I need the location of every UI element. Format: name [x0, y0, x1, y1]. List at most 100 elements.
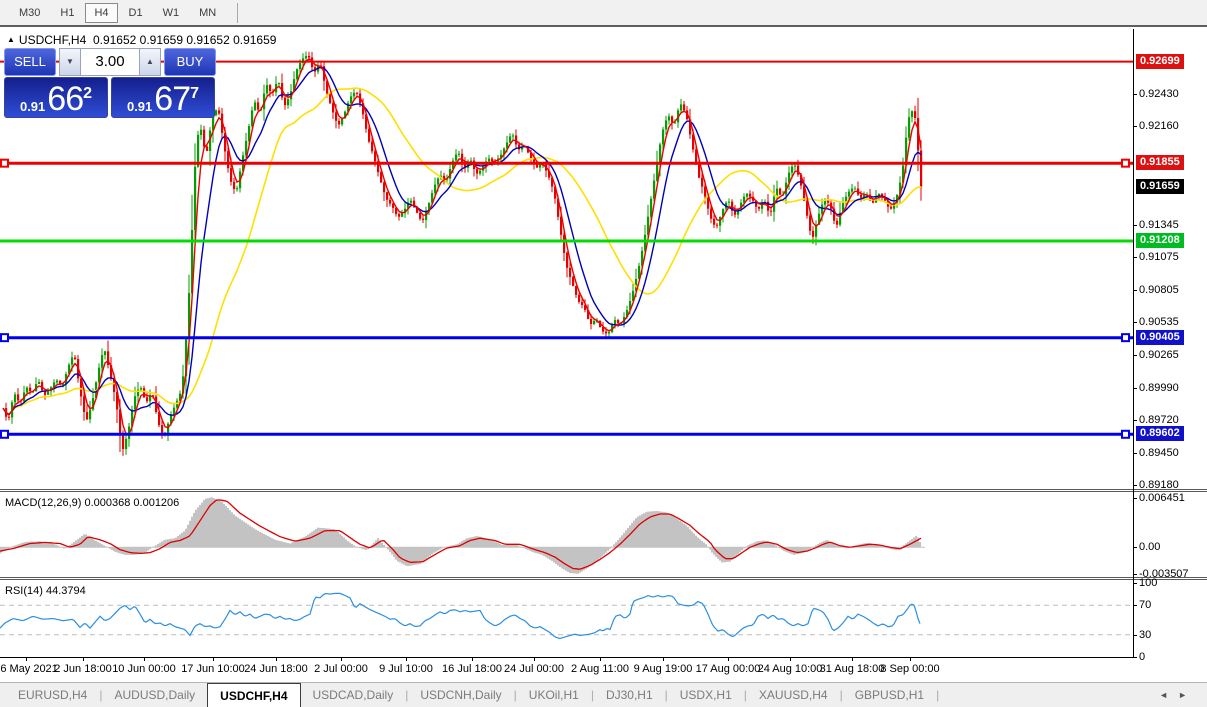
timeframe-buttons: M30H1H4D1W1MN: [10, 3, 227, 23]
chart-tab-audusd[interactable]: AUDUSD,Daily: [102, 683, 207, 707]
price-tick-label: 0.89180: [1139, 479, 1179, 491]
rsi-tick: [1133, 635, 1137, 636]
macd-tick: [1133, 574, 1137, 575]
buy-price-prefix: 0.91: [127, 99, 152, 114]
macd-tick: [1133, 547, 1137, 548]
macd-tick-label: 0.006451: [1139, 492, 1185, 504]
rsi-tick-label: 30: [1139, 629, 1151, 641]
time-tick: [728, 657, 729, 661]
price-tick: [1133, 290, 1137, 291]
buy-price-pip: 7: [190, 87, 199, 101]
chart-tab-bar: EURUSD,H4 | AUDUSD,DailyUSDCHF,H4USDCAD,Da…: [0, 682, 1207, 707]
price-tick: [1133, 94, 1137, 95]
timeframe-button-d1[interactable]: D1: [120, 3, 152, 23]
time-tick-label: 9 Jul 10:00: [379, 663, 433, 675]
buy-quote-panel[interactable]: 0.91 67 7: [111, 77, 215, 118]
price-tick-label: 0.89990: [1139, 382, 1179, 394]
time-axis-line: [0, 657, 1133, 658]
trading-terminal-window: M30H1H4D1W1MN ▲ USDCHF,H4 0.91652 0.91659…: [0, 0, 1207, 707]
sell-price-pip: 2: [83, 87, 92, 101]
price-badge: 0.91855: [1136, 155, 1184, 170]
time-tick: [26, 657, 27, 661]
sell-quote-panel[interactable]: 0.91 66 2: [4, 77, 108, 118]
timeframe-button-m30[interactable]: M30: [10, 3, 49, 23]
time-tick: [276, 657, 277, 661]
collapse-triangle-icon[interactable]: ▲: [7, 35, 15, 44]
chart-tab-xauusd[interactable]: XAUUSD,H4: [747, 683, 840, 707]
time-tick: [341, 657, 342, 661]
price-tick-label: 0.90535: [1139, 316, 1179, 328]
time-tick-label: 9 Aug 19:00: [634, 663, 693, 675]
time-tick-label: 2 Jun 18:00: [54, 663, 112, 675]
time-tick: [790, 657, 791, 661]
time-tick-label: 17 Jun 10:00: [181, 663, 245, 675]
price-tick-label: 0.92430: [1139, 88, 1179, 100]
chart-tab-eurusd[interactable]: EURUSD,H4: [6, 683, 99, 707]
buy-button[interactable]: BUY: [164, 48, 216, 76]
volume-input[interactable]: 3.00: [81, 48, 139, 76]
price-tick: [1133, 388, 1137, 389]
chart-tab-usdcnh[interactable]: USDCNH,Daily: [408, 683, 513, 707]
rsi-tick: [1133, 657, 1137, 658]
one-click-trading-panel: SELL ▼ 3.00 ▲ BUY 0.91 66 2 0.91 67 7: [4, 48, 216, 118]
price-tick-label: 0.90265: [1139, 349, 1179, 361]
price-tick: [1133, 453, 1137, 454]
chart-tab-usdcad[interactable]: USDCAD,Daily: [301, 683, 406, 707]
rsi-pane-canvas[interactable]: [0, 580, 1133, 657]
chart-tab-usdchf[interactable]: USDCHF,H4: [207, 683, 300, 707]
volume-spinner: ▼ 3.00 ▲: [59, 48, 161, 76]
timeframe-button-w1[interactable]: W1: [154, 3, 189, 23]
chart-area[interactable]: ▲ USDCHF,H4 0.91652 0.91659 0.91652 0.916…: [0, 29, 1207, 682]
rsi-tick: [1133, 583, 1137, 584]
chart-symbol-label: USDCHF,H4: [19, 33, 86, 47]
rsi-tick-label: 0: [1139, 651, 1145, 663]
tab-separator: |: [936, 683, 939, 707]
timeframe-button-mn[interactable]: MN: [190, 3, 225, 23]
time-tick-label: 31 Aug 18:00: [820, 663, 885, 675]
price-badge: 0.90405: [1136, 330, 1184, 345]
sell-price-prefix: 0.91: [20, 99, 45, 114]
price-axis-line: [1133, 29, 1134, 657]
chart-ohlc-values: 0.91652 0.91659 0.91652 0.91659: [93, 33, 277, 47]
price-tick-label: 0.89720: [1139, 414, 1179, 426]
time-tick: [213, 657, 214, 661]
chart-tab-ukoil[interactable]: UKOil,H1: [517, 683, 591, 707]
chart-quote-header: ▲ USDCHF,H4 0.91652 0.91659 0.91652 0.916…: [7, 33, 276, 47]
toolbar-separator: [237, 3, 238, 23]
price-badge: 0.89602: [1136, 426, 1184, 441]
price-tick: [1133, 257, 1137, 258]
time-tick-label: 16 Jul 18:00: [442, 663, 502, 675]
time-tick-label: 24 Jun 18:00: [244, 663, 308, 675]
chart-tab-gbpusd[interactable]: GBPUSD,H1: [843, 683, 936, 707]
price-tick: [1133, 126, 1137, 127]
chart-tabs: EURUSD,H4 | AUDUSD,DailyUSDCHF,H4USDCAD,Da…: [6, 683, 939, 707]
volume-increase-icon[interactable]: ▲: [139, 48, 161, 76]
time-tick: [534, 657, 535, 661]
rsi-indicator-label: RSI(14) 44.3794: [5, 585, 86, 597]
buy-price-big: 67: [154, 84, 190, 114]
time-tick-label: 2 Aug 11:00: [571, 663, 629, 675]
tab-scroll-right-icon[interactable]: ►: [1178, 690, 1197, 700]
macd-tick-label: 0.00: [1139, 541, 1160, 553]
chart-tab-usdx[interactable]: USDX,H1: [668, 683, 744, 707]
timeframe-button-h1[interactable]: H1: [51, 3, 83, 23]
time-tick: [852, 657, 853, 661]
chart-tab-dj30[interactable]: DJ30,H1: [594, 683, 665, 707]
time-tick-label: 8 Sep 00:00: [880, 663, 939, 675]
tab-scroll-left-icon[interactable]: ◄: [1159, 690, 1178, 700]
rsi-tick-label: 70: [1139, 599, 1151, 611]
rsi-tick-label: 100: [1139, 577, 1157, 589]
rsi-tick: [1133, 605, 1137, 606]
sell-button[interactable]: SELL: [4, 48, 56, 76]
timeframe-button-h4[interactable]: H4: [85, 3, 117, 23]
macd-indicator-label: MACD(12,26,9) 0.000368 0.001206: [5, 497, 179, 509]
time-tick-label: 2 Jul 00:00: [314, 663, 368, 675]
price-tick-label: 0.89450: [1139, 447, 1179, 459]
price-badge: 0.91208: [1136, 233, 1184, 248]
time-tick-label: 24 Jul 00:00: [504, 663, 564, 675]
price-tick: [1133, 225, 1137, 226]
price-tick: [1133, 322, 1137, 323]
time-tick: [144, 657, 145, 661]
timeframe-toolbar: M30H1H4D1W1MN: [0, 0, 1207, 27]
volume-decrease-icon[interactable]: ▼: [59, 48, 81, 76]
